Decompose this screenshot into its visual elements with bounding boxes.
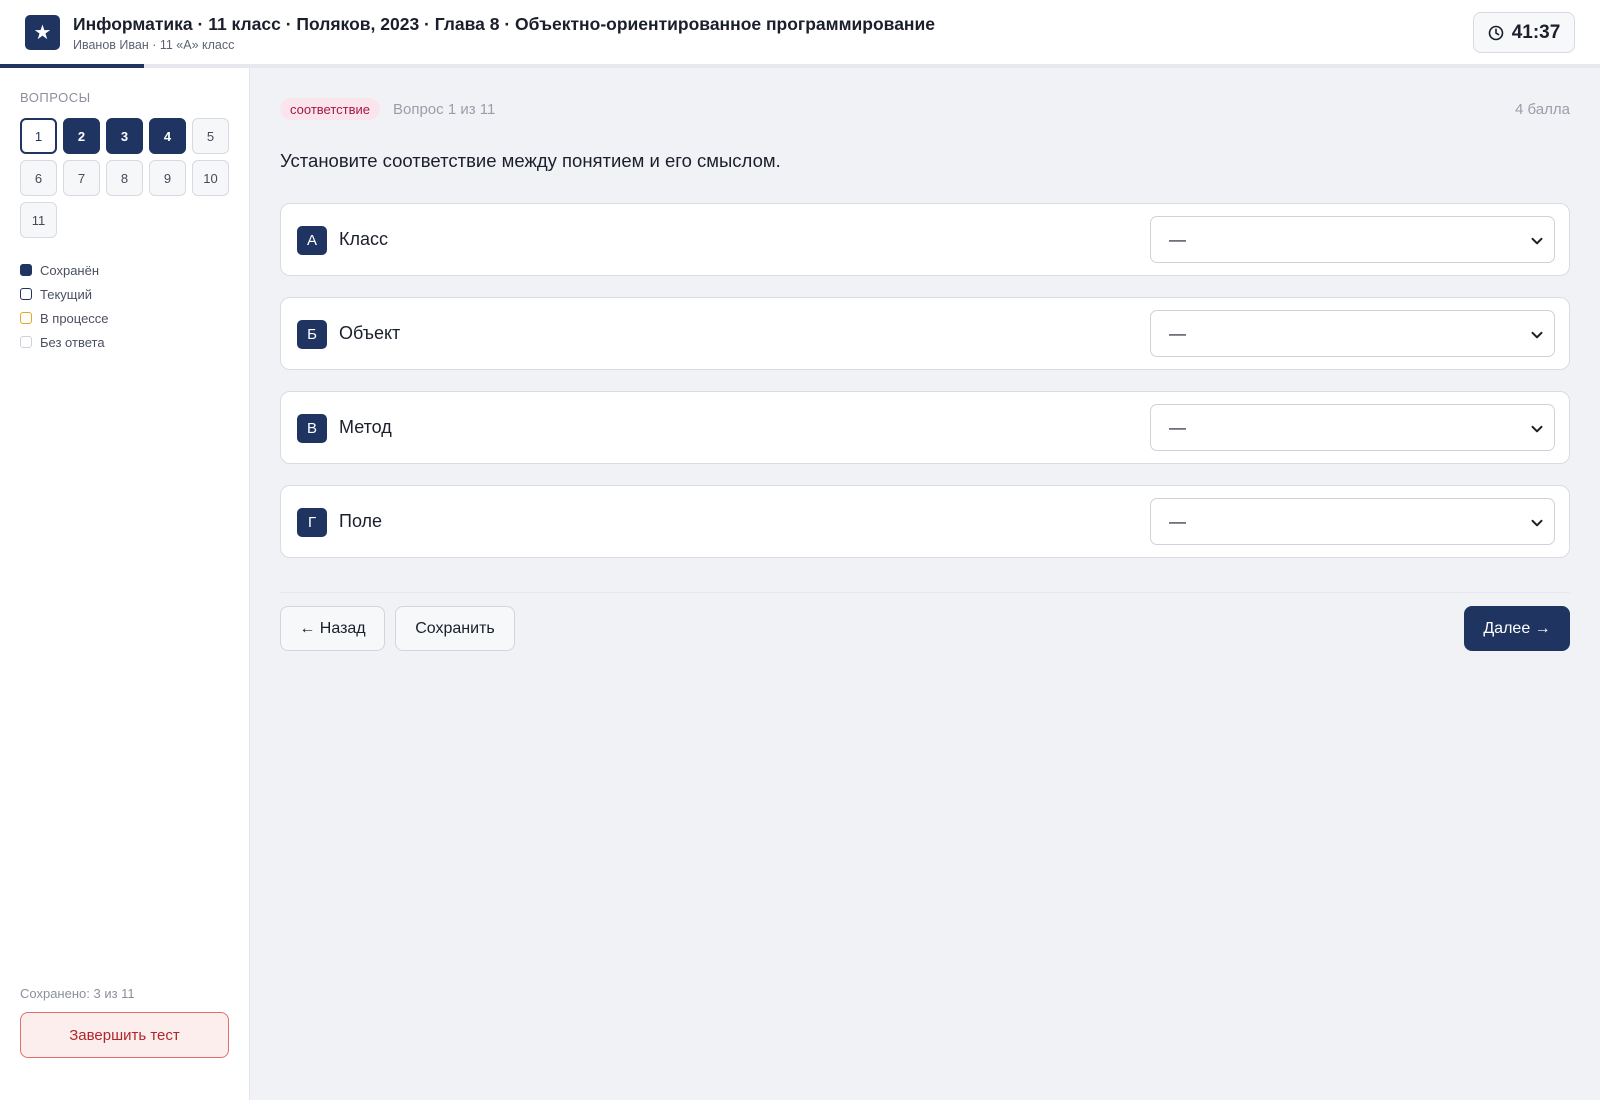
- match-row: А Класс —: [280, 203, 1570, 276]
- select-value: —: [1169, 324, 1186, 343]
- question-nav-7[interactable]: 7: [63, 160, 100, 196]
- chevron-down-icon: [1531, 519, 1543, 527]
- chevron-down-icon: [1531, 331, 1543, 339]
- match-answer-select[interactable]: —: [1150, 498, 1555, 545]
- legend-item-noanswer: Без ответа: [20, 330, 109, 354]
- match-letter-badge: В: [297, 414, 327, 443]
- legend-swatch: [20, 336, 32, 348]
- timer: 41:37: [1473, 12, 1575, 53]
- match-answer-select[interactable]: —: [1150, 404, 1555, 451]
- chevron-down-icon: [1531, 237, 1543, 245]
- question-nav-11[interactable]: 11: [20, 202, 57, 238]
- question-nav-6[interactable]: 6: [20, 160, 57, 196]
- page-title: Информатика · 11 класс · Поляков, 2023 ·…: [73, 14, 935, 34]
- match-term: Метод: [339, 417, 392, 437]
- question-nav-9[interactable]: 9: [149, 160, 186, 196]
- legend-label: Текущий: [40, 286, 92, 302]
- match-term: Объект: [339, 323, 401, 343]
- question-nav-8[interactable]: 8: [106, 160, 143, 196]
- legend-label: В процессе: [40, 310, 109, 326]
- legend-swatch: [20, 264, 32, 276]
- next-button[interactable]: Далее →: [1464, 606, 1570, 651]
- student-info: Иванов Иван · 11 «А» класс: [73, 38, 235, 52]
- sidebar: Вопросы 1 2 3 4 5 6 7 8 9 10 11 Сохранён Текущий В п…: [0, 68, 250, 1100]
- question-nav-3[interactable]: 3: [106, 118, 143, 154]
- back-button[interactable]: ← Назад: [280, 606, 385, 651]
- question-nav-10[interactable]: 10: [192, 160, 229, 196]
- legend-label: Сохранён: [40, 262, 100, 278]
- question-counter: Вопрос 1 из 11: [393, 101, 496, 118]
- saved-count: Сохранено: 3 из 11: [20, 986, 135, 1001]
- question-type-badge: соответствие: [280, 98, 380, 120]
- match-row: Б Объект —: [280, 297, 1570, 370]
- legend-item-inprogress: В процессе: [20, 306, 109, 330]
- match-letter-badge: А: [297, 226, 327, 255]
- match-row: В Метод —: [280, 391, 1570, 464]
- test-app: ★ Информатика · 11 класс · Поляков, 2023…: [0, 0, 1600, 1100]
- star-logo-icon: ★: [25, 15, 60, 50]
- match-term: Поле: [339, 511, 383, 531]
- match-letter-badge: Г: [297, 508, 327, 537]
- match-row: Г Поле —: [280, 485, 1570, 558]
- header: ★ Информатика · 11 класс · Поляков, 2023…: [0, 0, 1600, 68]
- question-nav-5[interactable]: 5: [192, 118, 229, 154]
- legend-item-saved: Сохранён: [20, 258, 109, 282]
- legend-item-current: Текущий: [20, 282, 109, 306]
- question-points: 4 балла: [1515, 101, 1570, 118]
- question-nav-4[interactable]: 4: [149, 118, 186, 154]
- finish-test-button[interactable]: Завершить тест: [20, 1012, 229, 1058]
- legend-swatch: [20, 312, 32, 324]
- question-grid: 1 2 3 4 5 6 7 8 9 10 11: [20, 118, 240, 238]
- select-value: —: [1169, 512, 1186, 531]
- legend-swatch: [20, 288, 32, 300]
- select-value: —: [1169, 418, 1186, 437]
- question-nav-2[interactable]: 2: [63, 118, 100, 154]
- select-value: —: [1169, 230, 1186, 249]
- save-button[interactable]: Сохранить: [395, 606, 515, 651]
- question-text: Установите соответствие между понятием и…: [280, 150, 781, 171]
- question-nav-1[interactable]: 1: [20, 118, 57, 154]
- clock-icon: [1488, 25, 1503, 40]
- divider: [280, 592, 1570, 593]
- match-answer-select[interactable]: —: [1150, 310, 1555, 357]
- match-answer-select[interactable]: —: [1150, 216, 1555, 263]
- timer-value: 41:37: [1511, 21, 1561, 43]
- chevron-down-icon: [1531, 425, 1543, 433]
- match-letter-badge: Б: [297, 320, 327, 349]
- legend: Сохранён Текущий В процессе Без ответа: [20, 258, 109, 354]
- legend-label: Без ответа: [40, 334, 105, 350]
- sidebar-heading: Вопросы: [20, 90, 91, 105]
- match-term: Класс: [339, 229, 388, 249]
- match-list: А Класс — Б Объект — В Метод — Г Поле —: [280, 203, 1570, 579]
